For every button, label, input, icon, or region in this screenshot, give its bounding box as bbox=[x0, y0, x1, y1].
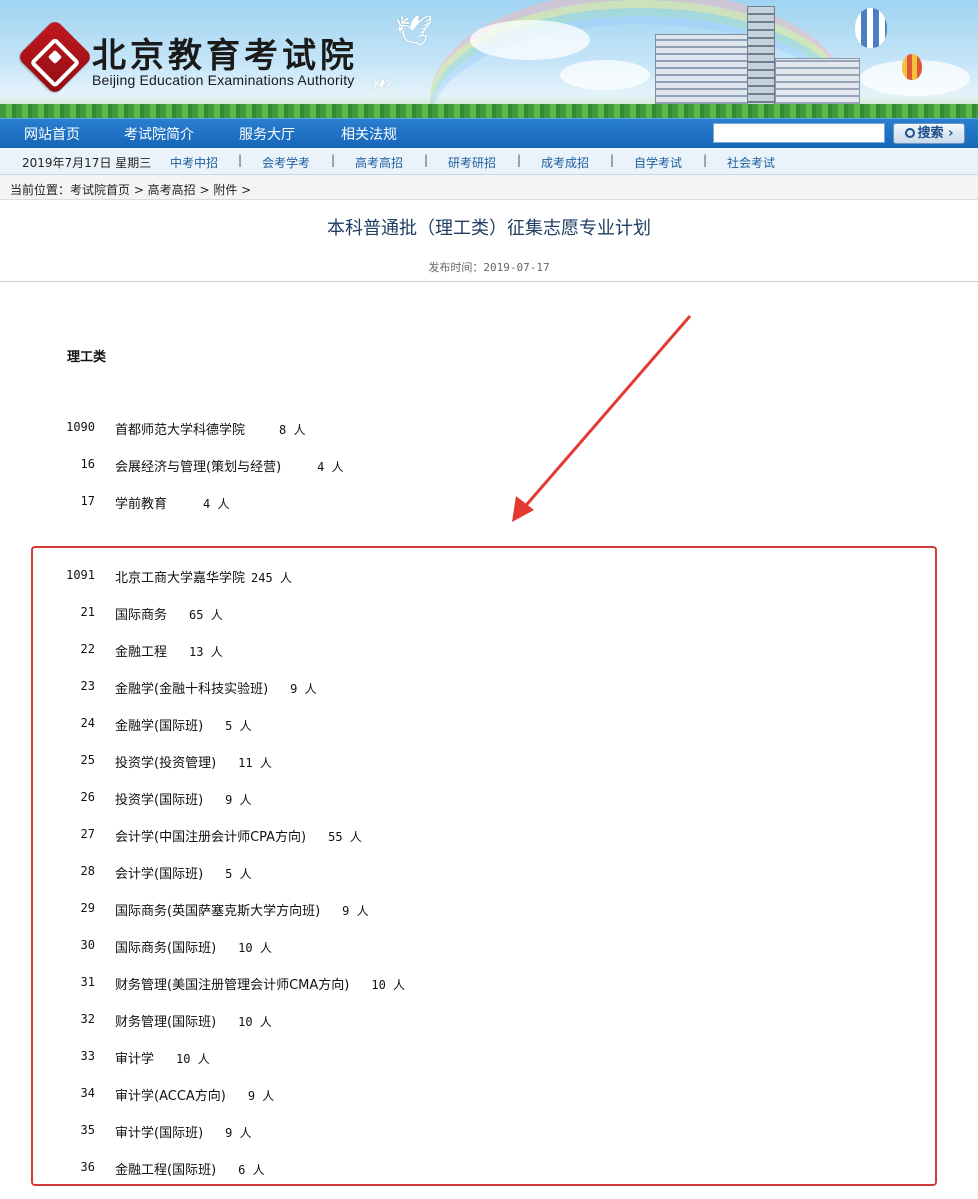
arrow-annotation-icon bbox=[512, 315, 692, 522]
